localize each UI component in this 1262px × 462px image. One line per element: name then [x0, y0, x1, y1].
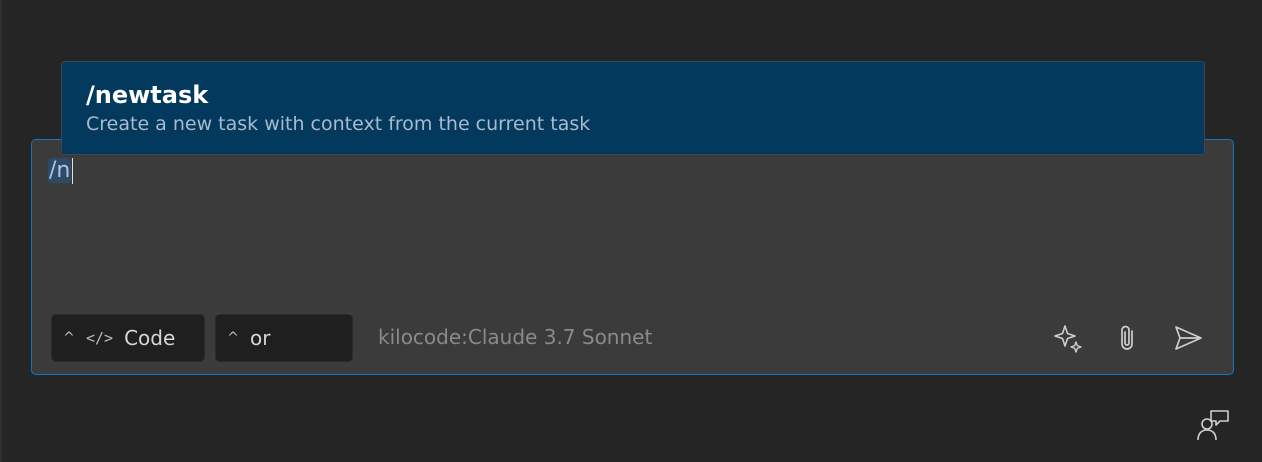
- chevron-up-icon: ^: [227, 330, 239, 346]
- mode-label: Code: [124, 326, 176, 350]
- text-caret: [72, 158, 74, 184]
- chat-input[interactable]: /n: [48, 157, 74, 185]
- model-status-label: kilocode:Claude 3.7 Sonnet: [378, 325, 653, 349]
- api-config-selector-button[interactable]: ^ or: [215, 314, 353, 362]
- code-icon: </>: [86, 329, 114, 347]
- slash-command-highlight: /n: [48, 158, 72, 183]
- api-config-label: or: [250, 326, 271, 350]
- account-feedback-icon[interactable]: [1196, 408, 1230, 442]
- paperclip-icon[interactable]: [1112, 322, 1144, 354]
- chat-input-container[interactable]: /n ^ </> Code ^ or kilocode:Claude 3.7 S…: [31, 139, 1234, 375]
- panel-divider: [0, 0, 2, 462]
- sparkles-icon[interactable]: [1052, 322, 1084, 354]
- send-icon[interactable]: [1172, 322, 1204, 354]
- chat-panel: /n ^ </> Code ^ or kilocode:Claude 3.7 S…: [0, 0, 1262, 462]
- command-name: /newtask: [86, 81, 209, 109]
- command-description: Create a new task with context from the …: [86, 113, 591, 135]
- mode-selector-button[interactable]: ^ </> Code: [51, 314, 205, 362]
- chevron-up-icon: ^: [63, 330, 75, 346]
- slash-command-suggestion[interactable]: /newtask Create a new task with context …: [61, 61, 1205, 155]
